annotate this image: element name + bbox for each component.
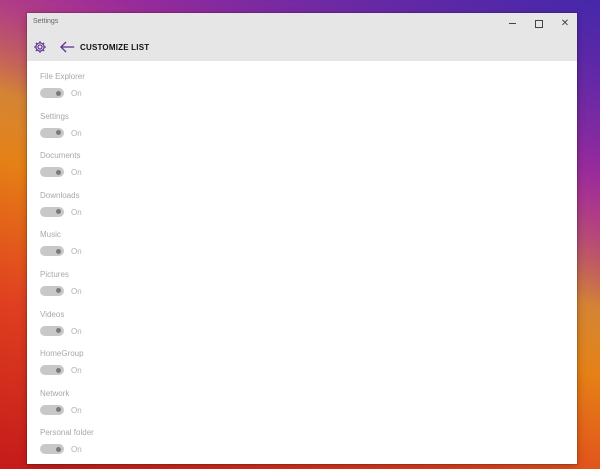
toggle-state-text: On bbox=[71, 168, 82, 178]
page-header: CUSTOMIZE LIST bbox=[27, 34, 577, 61]
window-title: Settings bbox=[33, 18, 59, 25]
page-title: CUSTOMIZE LIST bbox=[80, 43, 150, 52]
toggle-switch[interactable] bbox=[40, 167, 64, 178]
toggle-knob bbox=[56, 288, 61, 294]
toggle-switch[interactable] bbox=[40, 404, 64, 415]
toggle-knob bbox=[56, 407, 61, 413]
toggle-switch[interactable] bbox=[40, 285, 64, 296]
close-icon: ✕ bbox=[560, 18, 570, 29]
toggle-state-text: On bbox=[71, 247, 82, 257]
toggle-switch[interactable] bbox=[40, 246, 64, 257]
toggle-state-text: On bbox=[71, 366, 82, 376]
toggle-state-text: On bbox=[71, 89, 82, 98]
toggle-knob bbox=[56, 169, 61, 175]
toggle-label: File Explorer bbox=[40, 72, 85, 81]
title-bar[interactable]: Settings ✕ bbox=[27, 13, 577, 34]
close-button[interactable]: ✕ bbox=[550, 13, 577, 34]
toggle-label: Videos bbox=[40, 309, 65, 319]
toggle-state-text: On bbox=[71, 445, 82, 455]
toggle-label: Music bbox=[40, 230, 61, 240]
toggle-state-text: On bbox=[71, 128, 82, 138]
toggle-label: Downloads bbox=[40, 190, 80, 200]
toggle-switch[interactable] bbox=[40, 325, 64, 336]
toggle-label: HomeGroup bbox=[40, 349, 84, 359]
toggle-switch[interactable] bbox=[40, 444, 64, 455]
toggle-knob bbox=[56, 209, 61, 215]
toggle-switch[interactable] bbox=[40, 88, 64, 98]
toggle-switch[interactable] bbox=[40, 206, 64, 217]
toggle-switch[interactable] bbox=[40, 127, 64, 138]
toggle-state-text: On bbox=[71, 207, 82, 217]
toggle-state-text: On bbox=[71, 286, 82, 296]
toggle-label: Personal folder bbox=[40, 428, 94, 438]
settings-window: Settings ✕ CUSTOMIZE LIST File Explorer O bbox=[27, 13, 577, 464]
toggle-knob bbox=[56, 90, 61, 96]
toggle-state-text: On bbox=[71, 405, 82, 415]
toggle-knob bbox=[56, 248, 61, 254]
toggle-knob bbox=[56, 130, 61, 136]
toggle-knob bbox=[56, 446, 61, 452]
gear-icon[interactable] bbox=[33, 40, 47, 54]
back-arrow-icon[interactable] bbox=[59, 40, 75, 54]
toggle-switch[interactable] bbox=[40, 365, 64, 376]
toggle-label: Settings bbox=[40, 111, 69, 121]
toggle-state-text: On bbox=[71, 326, 82, 336]
minimize-button[interactable] bbox=[497, 13, 527, 34]
maximize-icon bbox=[535, 19, 543, 28]
toggle-knob bbox=[56, 367, 61, 373]
toggle-label: Network bbox=[40, 388, 70, 398]
minimize-icon bbox=[508, 23, 516, 24]
toggle-label: Documents bbox=[40, 151, 81, 161]
toggle-knob bbox=[56, 328, 61, 334]
toggle-label: Pictures bbox=[40, 269, 69, 279]
